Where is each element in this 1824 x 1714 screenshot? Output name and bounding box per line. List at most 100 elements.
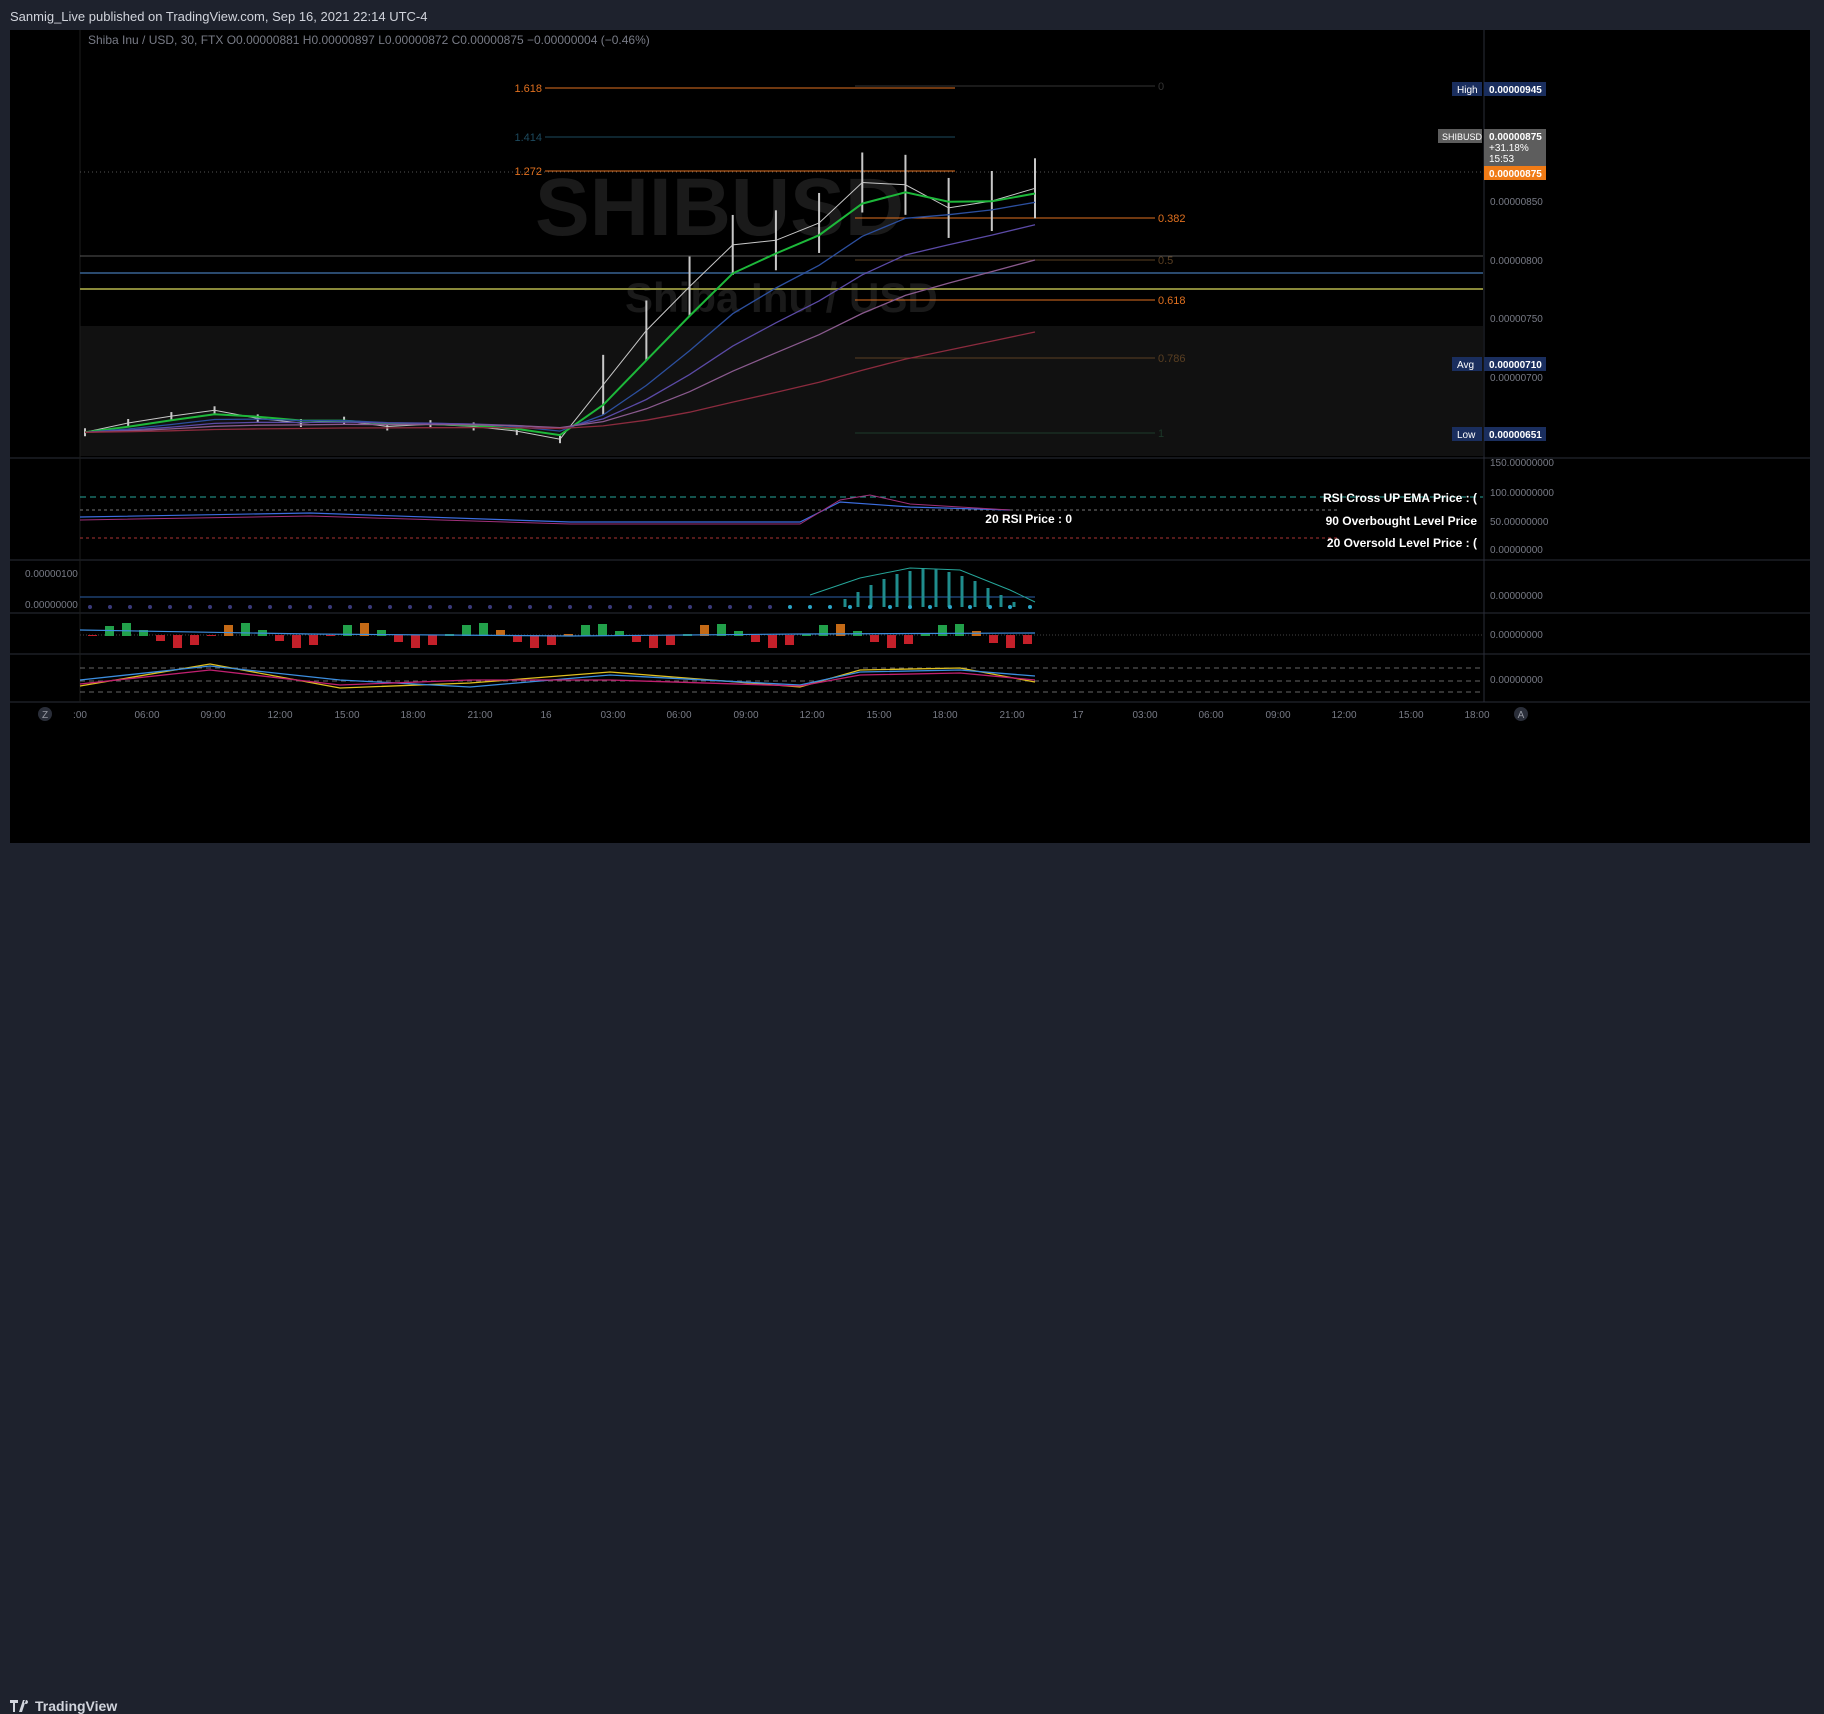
symbol-tag-label: SHIBUSD <box>1442 132 1483 142</box>
rsi-axis-tick: 100.00000000 <box>1490 488 1554 499</box>
pane3-dot <box>648 605 652 609</box>
pane4-bar <box>394 635 403 642</box>
pane3-axis-tick: 0.00000000 <box>1490 591 1543 602</box>
time-axis-label: 12:00 <box>799 710 824 721</box>
chart-svg[interactable]: SHIBUSD Shiba Inu / USD Shiba Inu / USD, 3… <box>10 30 1810 843</box>
pane3-dot <box>148 605 152 609</box>
pane4-bar <box>292 635 301 648</box>
pane4-bar <box>224 625 233 636</box>
pane3-dot <box>168 605 172 609</box>
pane4-bar <box>921 634 930 636</box>
time-axis-label: 12:00 <box>1331 710 1356 721</box>
pane3-dot <box>908 605 912 609</box>
pane4-bar <box>904 635 913 644</box>
pane3-dot <box>808 605 812 609</box>
pane5-line-magenta <box>79 669 1036 687</box>
pane3-dot <box>388 605 392 609</box>
publish-line: Sanmig_Live published on TradingView.com… <box>10 9 428 24</box>
pane4-bar <box>173 635 182 648</box>
last-price-tag: 0.00000875 <box>1489 169 1542 180</box>
time-axis-label: 12:00 <box>267 710 292 721</box>
tradingview-logo[interactable]: TradingView <box>10 1698 117 1714</box>
fib-level-label: 0.618 <box>1158 295 1186 307</box>
chart-frame[interactable]: SHIBUSD Shiba Inu / USD Shiba Inu / USD, 3… <box>10 30 1810 843</box>
pane4-bar <box>887 635 896 648</box>
pane3-dot <box>228 605 232 609</box>
pane4-bar <box>428 635 437 645</box>
pane4-bar <box>547 635 556 645</box>
avg-tag-value: 0.00000710 <box>1489 360 1542 371</box>
pane3-dot <box>708 605 712 609</box>
pane4-bar <box>479 623 488 636</box>
pane3-dot <box>428 605 432 609</box>
pane3-dot <box>768 605 772 609</box>
pane4-bar <box>326 635 335 636</box>
pane4-bar <box>411 635 420 648</box>
pane4-bar <box>649 635 658 648</box>
pane4-bar <box>309 635 318 645</box>
time-axis-label: 03:00 <box>1132 710 1157 721</box>
pane3-dot <box>1028 605 1032 609</box>
pane3-dot <box>268 605 272 609</box>
auto-scale-button-label: A <box>1518 710 1525 721</box>
fib-level-label: 1.414 <box>514 132 542 144</box>
time-axis-label: 09:00 <box>733 710 758 721</box>
pane3-left-tick: 0.00000100 <box>25 569 78 580</box>
pane3-dot <box>688 605 692 609</box>
pane3-dot <box>628 605 632 609</box>
pane3-dot <box>188 605 192 609</box>
pane3-dot <box>448 605 452 609</box>
price-axis-tick: 0.00000850 <box>1490 197 1543 208</box>
pane4-bar <box>462 625 471 636</box>
pane4-bar <box>88 635 97 636</box>
fib-level-label: 0.5 <box>1158 255 1173 267</box>
fib-level-label: 0 <box>1158 81 1164 93</box>
rsi-axis-tick: 50.00000000 <box>1490 517 1549 528</box>
fib-level-label: 0.382 <box>1158 213 1186 225</box>
pane4-bar <box>190 635 199 645</box>
time-axis-label: 17 <box>1072 710 1084 721</box>
pane4-bar <box>156 635 165 641</box>
time-axis-label: 09:00 <box>1265 710 1290 721</box>
pane3-dot <box>728 605 732 609</box>
rsi-line <box>79 501 1011 523</box>
time-axis-label: 03:00 <box>600 710 625 721</box>
footer: TradingView <box>0 843 1824 1714</box>
pane3-dot <box>828 605 832 609</box>
pane4-bar <box>530 635 539 648</box>
fib-level-label: 1 <box>1158 428 1164 440</box>
pane3-dot <box>88 605 92 609</box>
symbol-tag-countdown: 15:53 <box>1489 154 1514 165</box>
rsi-label-oversold: 20 Oversold Level Price : ( <box>1327 536 1477 550</box>
high-tag-value: 0.00000945 <box>1489 85 1542 96</box>
time-axis-label: 15:00 <box>334 710 359 721</box>
pane3-left-tick: 0.00000000 <box>25 600 78 611</box>
pane3-dot <box>108 605 112 609</box>
fib-level-label: 1.618 <box>514 83 542 95</box>
pane3-dot <box>1008 605 1012 609</box>
pane4-axis-tick: 0.00000000 <box>1490 630 1543 641</box>
pane3-dot <box>308 605 312 609</box>
pane4-bar <box>989 635 998 643</box>
rsi-axis-tick: 0.00000000 <box>1490 545 1543 556</box>
rsi-label-cross: RSI Cross UP EMA Price : ( <box>1323 491 1477 505</box>
time-axis-label: 09:00 <box>200 710 225 721</box>
price-axis-tick: 0.00000800 <box>1490 256 1543 267</box>
pane4-bar <box>122 623 131 636</box>
pane4-bar <box>207 635 216 636</box>
pane3-dot <box>508 605 512 609</box>
pane3-dot <box>548 605 552 609</box>
pane3-dot <box>288 605 292 609</box>
pane4-bar <box>581 625 590 636</box>
pane3-dot <box>748 605 752 609</box>
pane3-dot <box>248 605 252 609</box>
pane4-bar <box>751 635 760 642</box>
low-tag-label: Low <box>1457 430 1476 441</box>
fib-level-label: 0.786 <box>1158 353 1186 365</box>
pane3-dot <box>848 605 852 609</box>
pane3-dot <box>348 605 352 609</box>
pane5-axis-tick: 0.00000000 <box>1490 675 1543 686</box>
brand-name: TradingView <box>35 1698 118 1714</box>
time-axis-label: 16 <box>540 710 552 721</box>
symbol-legend: Shiba Inu / USD, 30, FTX O0.00000881 H0.… <box>88 33 650 47</box>
